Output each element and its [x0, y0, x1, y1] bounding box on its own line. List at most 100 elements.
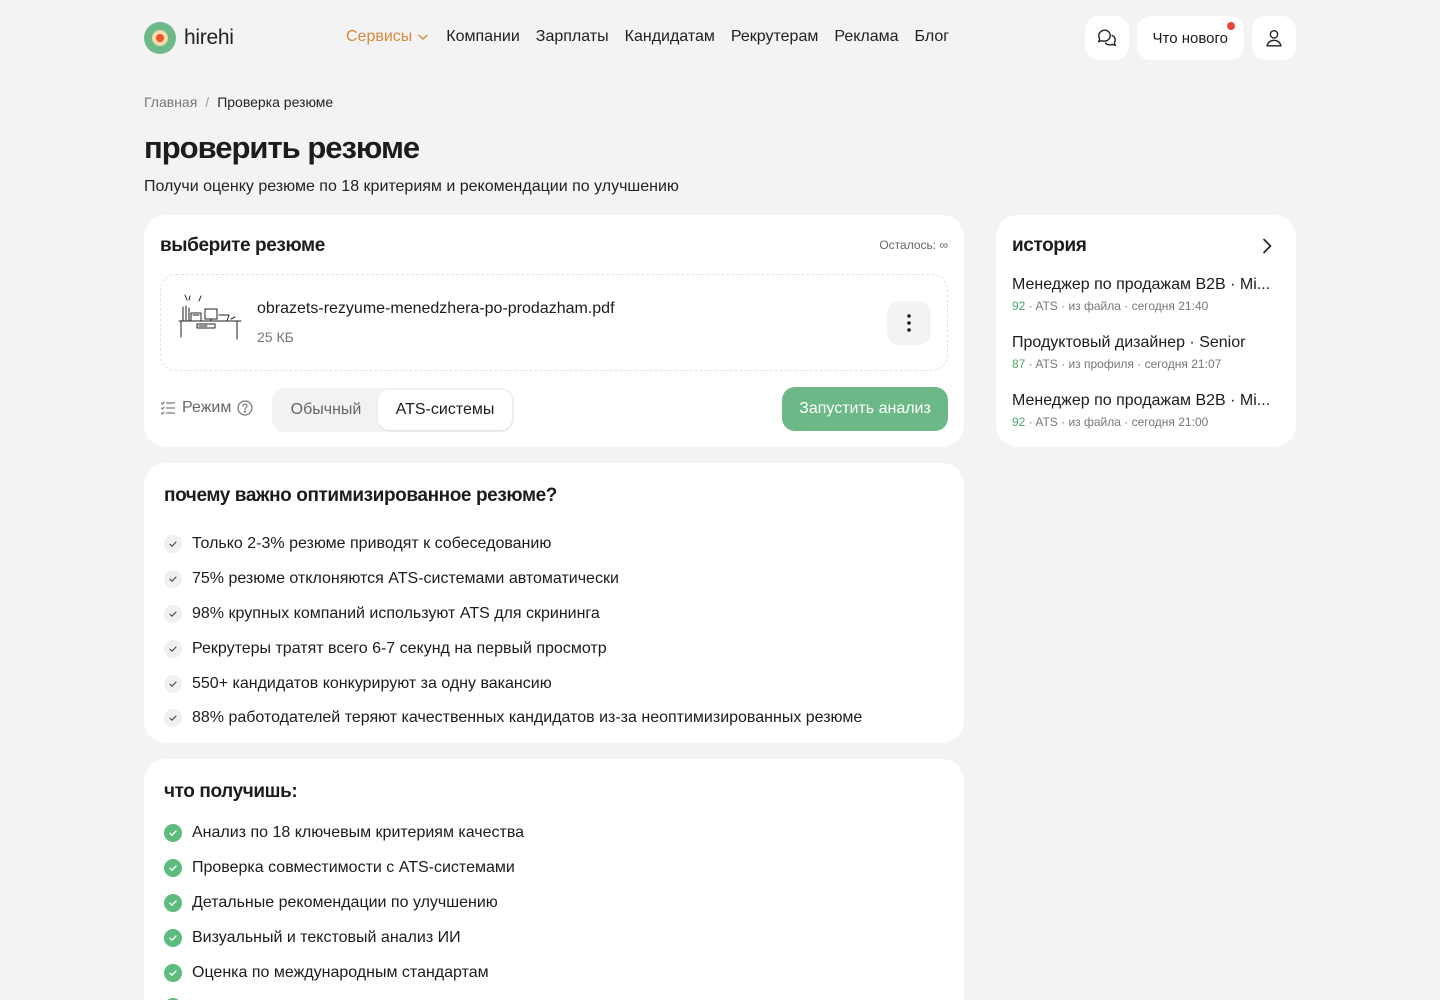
- chat-button[interactable]: [1084, 16, 1129, 60]
- list-item-text: Детальные рекомендации по улучшению: [192, 893, 498, 911]
- list-item: 75% резюме отклоняются ATS-системами авт…: [164, 562, 862, 597]
- chevron-down-icon: [418, 34, 428, 40]
- list-item-text: Визуальный и текстовый анализ ИИ: [192, 928, 461, 946]
- history-item-score: 92: [1012, 299, 1026, 313]
- nav-item-ads[interactable]: Реклама: [834, 28, 898, 46]
- notification-dot: [1227, 22, 1235, 30]
- why-title: почему важно оптимизированное резюме?: [164, 485, 557, 506]
- profile-button[interactable]: [1252, 16, 1296, 60]
- get-list: Анализ по 18 ключевым критериям качества…: [164, 816, 524, 1000]
- nav-item-label: Сервисы: [346, 28, 413, 45]
- mode-label-text: Режим: [182, 399, 232, 416]
- check-icon: [164, 604, 182, 623]
- nav-item-blog[interactable]: Блог: [915, 28, 950, 46]
- check-icon: [164, 709, 182, 728]
- list-item-text: 75% резюме отклоняются ATS-системами авт…: [192, 570, 619, 588]
- mode-label: Режим: [160, 399, 253, 417]
- list-check-icon: [160, 401, 176, 415]
- desk-illustration-icon: [178, 294, 242, 340]
- history-item[interactable]: Менеджер по продажам B2B · Mi... 92 · AT…: [1012, 392, 1280, 429]
- check-circle-icon: [164, 928, 182, 947]
- history-item-meta: 92 · ATS · из файла · сегодня 21:40: [1012, 299, 1280, 313]
- check-circle-icon: [164, 824, 182, 843]
- check-circle-icon: [164, 859, 182, 878]
- check-icon: [164, 639, 182, 658]
- whats-new-button[interactable]: Что нового: [1136, 16, 1244, 60]
- list-item: 550+ кандидатов конкурируют за одну вака…: [164, 666, 862, 701]
- history-item-title: Продуктовый дизайнер · Senior: [1012, 334, 1246, 351]
- nav-item-candidates[interactable]: Кандидатам: [625, 28, 715, 46]
- chevron-right-icon[interactable]: [1258, 237, 1276, 255]
- history-title: история: [1012, 235, 1087, 256]
- top-header: hirehi Сервисы Компании Зарплаты Кандида…: [144, 16, 1296, 60]
- list-item-text: Рекрутеры тратят всего 6-7 секунд на пер…: [192, 639, 607, 657]
- list-item: 88% работодателей теряют качественных ка…: [164, 701, 862, 736]
- history-item[interactable]: Менеджер по продажам B2B · Mi... 92 · AT…: [1012, 276, 1280, 313]
- breadcrumb-home[interactable]: Главная: [144, 94, 197, 110]
- breadcrumb-separator: /: [205, 94, 210, 110]
- logo-icon: [144, 22, 176, 54]
- mode-option-regular[interactable]: Обычный: [274, 390, 378, 430]
- history-item-title: Менеджер по продажам B2B · Mi...: [1012, 392, 1271, 409]
- whats-new-label: Что нового: [1152, 29, 1228, 47]
- list-item: Детальные рекомендации по улучшению: [164, 886, 524, 921]
- list-item: Визуальный и текстовый анализ ИИ: [164, 920, 524, 955]
- list-item: Анализ по 18 ключевым критериям качества: [164, 816, 524, 851]
- list-item: Оценка по международным стандартам: [164, 955, 524, 990]
- history-item-details: · ATS · из профиля · сегодня 21:07: [1025, 357, 1222, 371]
- file-size: 25 КБ: [257, 329, 294, 345]
- header-actions: Что нового: [1084, 16, 1296, 60]
- breadcrumb-current: Проверка резюме: [217, 94, 334, 110]
- history-item-details: · ATS · из файла · сегодня 21:40: [1025, 299, 1209, 313]
- run-analysis-button[interactable]: Запустить анализ: [782, 387, 948, 431]
- check-circle-icon: [164, 963, 182, 982]
- check-circle-icon: [164, 893, 182, 912]
- breadcrumb: Главная / Проверка резюме: [144, 94, 333, 110]
- help-circle-icon[interactable]: [237, 400, 253, 416]
- list-item-text: 88% работодателей теряют качественных ка…: [192, 709, 863, 727]
- nav-item-services[interactable]: Сервисы: [346, 28, 430, 46]
- select-resume-card: выберите резюме Осталось: ∞ obrazets-rez…: [144, 215, 964, 447]
- what-you-get-card: что получишь: Анализ по 18 ключевым крит…: [144, 759, 964, 1000]
- list-item: Только 2-3% резюме приводят к собеседова…: [164, 527, 862, 562]
- list-item: 98% крупных компаний используют ATS для …: [164, 597, 862, 632]
- mode-option-ats[interactable]: ATS-системы: [378, 390, 512, 430]
- page-subtitle: Получи оценку резюме по 18 критериям и р…: [144, 178, 679, 195]
- history-item-meta: 87 · ATS · из профиля · сегодня 21:07: [1012, 357, 1280, 371]
- list-item-text: Проверка совместимости с ATS-системами: [192, 859, 515, 877]
- list-item-text: Только 2-3% резюме приводят к собеседова…: [192, 535, 552, 553]
- list-item: Рекрутеры тратят всего 6-7 секунд на пер…: [164, 631, 862, 666]
- check-icon: [164, 674, 182, 693]
- nav-item-salaries[interactable]: Зарплаты: [536, 28, 609, 46]
- nav-item-companies[interactable]: Компании: [446, 28, 520, 46]
- file-name: obrazets-rezyume-menedzhera-po-prodazham…: [257, 300, 615, 317]
- history-item-details: · ATS · из файла · сегодня 21:00: [1025, 415, 1209, 429]
- file-menu-button[interactable]: [887, 301, 931, 345]
- get-title: что получишь:: [164, 781, 298, 802]
- chat-bubbles-icon: [1097, 29, 1116, 47]
- check-icon: [164, 570, 182, 589]
- why-list: Только 2-3% резюме приводят к собеседова…: [164, 527, 862, 736]
- list-item-text: Анализ по 18 ключевым критериям качества: [192, 824, 525, 842]
- history-item-score: 87: [1012, 357, 1026, 371]
- logo[interactable]: hirehi: [144, 22, 234, 54]
- selected-file[interactable]: obrazets-rezyume-menedzhera-po-prodazham…: [160, 274, 948, 371]
- history-item-meta: 92 · ATS · из файла · сегодня 21:00: [1012, 415, 1280, 429]
- list-item: [164, 990, 524, 1000]
- history-item[interactable]: Продуктовый дизайнер · Senior 87 · ATS ·…: [1012, 334, 1280, 371]
- history-item-title: Менеджер по продажам B2B · Mi...: [1012, 276, 1271, 293]
- select-resume-title: выберите резюме: [160, 235, 325, 256]
- logo-text: hirehi: [184, 26, 234, 49]
- list-item-text: 98% крупных компаний используют ATS для …: [192, 604, 600, 622]
- nav-item-recruiters[interactable]: Рекрутерам: [731, 28, 818, 46]
- list-item-text: 550+ кандидатов конкурируют за одну вака…: [192, 674, 552, 692]
- remaining-counter: Осталось: ∞: [879, 238, 948, 252]
- mode-switch: Обычный ATS-системы: [272, 388, 514, 432]
- more-vertical-icon: [907, 314, 911, 332]
- history-item-score: 92: [1012, 415, 1026, 429]
- main-nav: Сервисы Компании Зарплаты Кандидатам Рек…: [346, 28, 949, 46]
- history-card: история Менеджер по продажам B2B · Mi...…: [996, 215, 1296, 447]
- check-icon: [164, 535, 182, 554]
- list-item: Проверка совместимости с ATS-системами: [164, 851, 524, 886]
- user-icon: [1266, 29, 1282, 47]
